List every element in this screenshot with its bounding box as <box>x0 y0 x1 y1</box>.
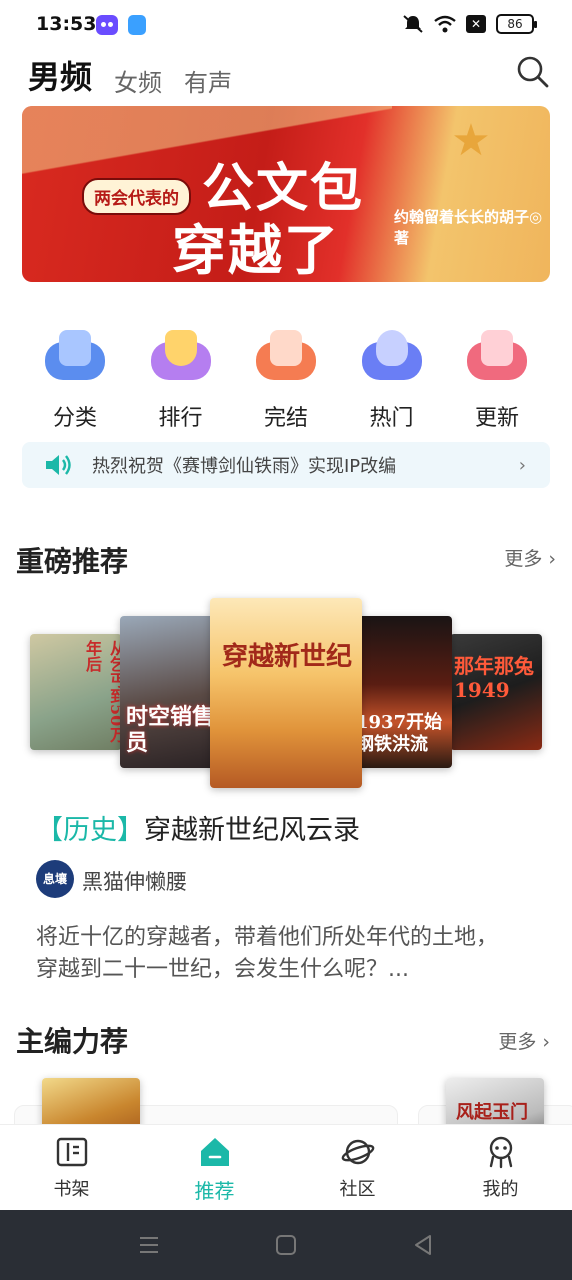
category-item-completed[interactable]: 完结 <box>241 330 331 432</box>
announcement-bar[interactable]: 热烈祝贺《赛博剑仙铁雨》实现IP改编 › <box>22 442 550 488</box>
nav-label: 书架 <box>53 1179 90 1200</box>
app-notification-icon-2 <box>128 15 146 35</box>
menu-icon[interactable] <box>138 1234 160 1256</box>
nav-profile[interactable]: 我的 <box>451 1125 551 1210</box>
home-icon[interactable] <box>275 1234 297 1256</box>
star-icon: ★ <box>451 115 491 166</box>
wifi-icon <box>434 15 456 33</box>
editor-pick-more-link[interactable]: 更多 › <box>498 1027 550 1054</box>
book-name: 穿越新世纪风云录 <box>144 815 360 846</box>
book-cover-2[interactable]: 时空销售员 <box>120 616 220 768</box>
more-label: 更多 <box>504 548 543 570</box>
book-description: 将近十亿的穿越者，带着他们所处年代的土地，穿越到二十一世纪，会发生什么呢？... <box>36 925 499 982</box>
book-cover-1[interactable]: 从乞丐到50万年后 <box>30 634 122 750</box>
category-label: 完结 <box>263 406 308 431</box>
battery-icon: 86 <box>496 14 537 34</box>
author-name[interactable]: 黑猫伸懒腰 <box>82 866 187 896</box>
section-title-featured: 重磅推荐 <box>16 545 129 578</box>
book-cover-3[interactable]: 穿越新世纪 <box>210 598 362 788</box>
category-icon <box>43 330 107 386</box>
channel-tabs: 男频 女频 有声 <box>28 52 254 112</box>
cover-title: 风起玉门 <box>456 1102 528 1123</box>
update-icon <box>465 330 529 386</box>
x-badge-icon: ✕ <box>466 15 486 33</box>
completed-icon <box>254 330 318 386</box>
cover-title: 1937开始钢铁洪流 <box>356 712 443 755</box>
featured-book-title[interactable]: 【历史】穿越新世纪风云录 <box>36 808 360 847</box>
trophy-icon <box>149 330 213 386</box>
chevron-right-icon: › <box>518 455 526 476</box>
category-item-ranking[interactable]: 排行 <box>136 330 226 432</box>
category-item-update[interactable]: 更新 <box>452 330 542 432</box>
category-label: 热门 <box>369 406 414 431</box>
app-notification-icon <box>96 15 118 35</box>
more-label: 更多 <box>498 1031 537 1053</box>
category-label: 更新 <box>474 406 519 431</box>
section-title-editor-pick: 主编力荐 <box>16 1025 129 1058</box>
system-nav-bar <box>0 1210 572 1280</box>
avatar: 息壤 <box>36 860 74 898</box>
status-time: 13:53 <box>36 13 97 35</box>
back-icon[interactable] <box>412 1234 434 1256</box>
book-genre: 【历史】 <box>36 815 144 846</box>
book-cover-4[interactable]: 1937开始钢铁洪流 <box>352 616 452 768</box>
cover-title: 时空销售员 <box>126 704 215 756</box>
tab-audio[interactable]: 有声 <box>184 63 232 98</box>
nav-label: 社区 <box>339 1179 376 1200</box>
category-item-classify[interactable]: 分类 <box>30 330 120 432</box>
banner-title-line2: 穿越了 <box>172 218 340 282</box>
category-row: 分类 排行 完结 热门 更新 <box>22 330 550 432</box>
flame-icon <box>360 330 424 386</box>
category-label: 排行 <box>158 406 203 431</box>
speaker-icon <box>46 455 71 475</box>
cover-title: 穿越新世纪 <box>222 642 353 672</box>
nav-label: 我的 <box>482 1179 519 1200</box>
nav-label: 推荐 <box>194 1179 235 1203</box>
announcement-text: 热烈祝贺《赛博剑仙铁雨》实现IP改编 <box>92 456 397 477</box>
featured-more-link[interactable]: 更多 › <box>504 544 556 571</box>
promo-banner[interactable]: ★ 两会代表的 公文包 穿越了 约翰留着长长的胡子◎著 <box>22 106 550 282</box>
nav-bookshelf[interactable]: 书架 <box>22 1125 122 1210</box>
mute-icon <box>403 15 423 33</box>
status-icons: ✕ 86 <box>402 14 537 34</box>
profile-icon <box>489 1136 512 1169</box>
recommend-icon <box>200 1138 229 1166</box>
category-label: 分类 <box>52 406 97 431</box>
bottom-nav: 书架 推荐 社区 我的 <box>0 1124 572 1210</box>
community-icon <box>341 1139 374 1165</box>
banner-author: 约翰留着长长的胡子◎著 <box>394 208 543 247</box>
nav-community[interactable]: 社区 <box>308 1125 408 1210</box>
status-bar: 13:53 ✕ 86 <box>0 0 572 50</box>
bookshelf-icon <box>56 1137 87 1167</box>
search-icon[interactable] <box>516 55 550 89</box>
category-item-hot[interactable]: 热门 <box>347 330 437 432</box>
tab-female[interactable]: 女频 <box>114 63 162 98</box>
book-cover-5[interactable]: 那年那兔1949 <box>450 634 542 750</box>
nav-recommend[interactable]: 推荐 <box>165 1125 265 1210</box>
tab-male[interactable]: 男频 <box>28 52 92 112</box>
cover-title: 从乞丐到50万年后 <box>83 640 122 743</box>
cover-title: 那年那兔1949 <box>454 654 534 702</box>
